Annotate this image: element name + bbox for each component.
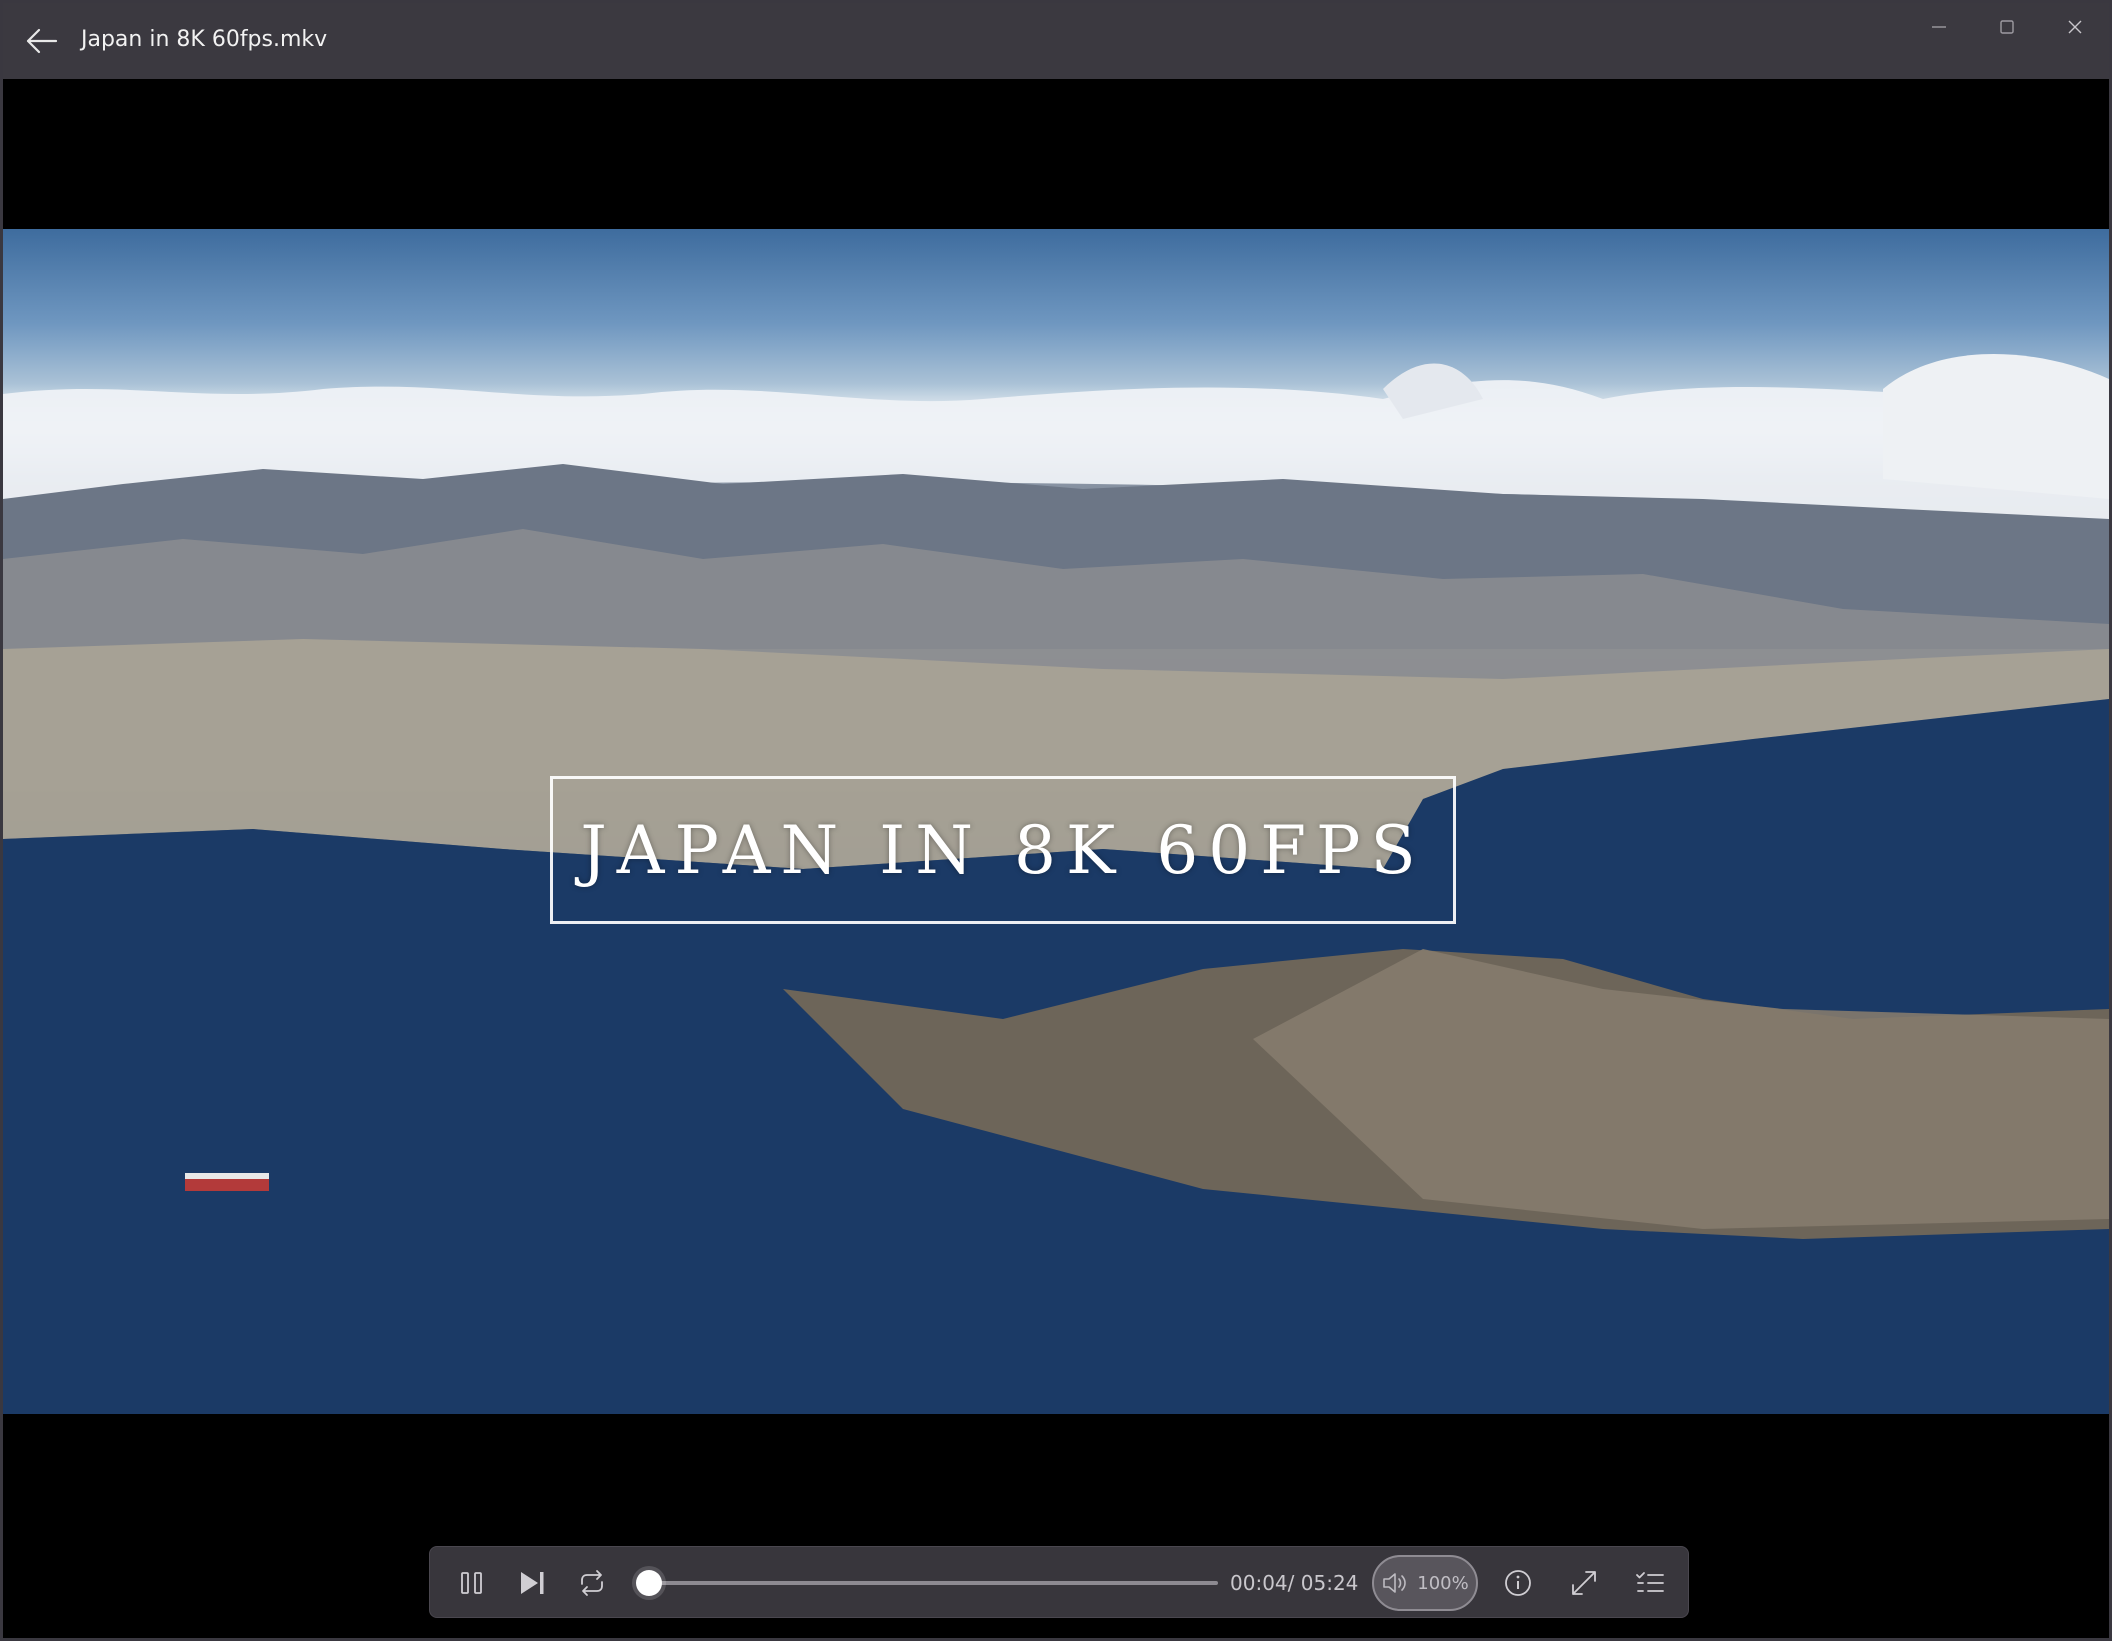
arrow-left-icon: [26, 28, 58, 54]
info-button[interactable]: [1490, 1547, 1546, 1619]
window-title: Japan in 8K 60fps.mkv: [81, 27, 328, 52]
minimize-button[interactable]: [1905, 3, 1973, 51]
video-frame[interactable]: Japan in 8K 60fps: [3, 229, 2109, 1414]
seek-bar[interactable]: [635, 1570, 1218, 1596]
info-icon: [1505, 1570, 1531, 1596]
repeat-icon: [581, 1570, 603, 1596]
current-time: 00:04: [1230, 1571, 1288, 1595]
back-button[interactable]: [19, 21, 65, 61]
volume-button[interactable]: 100%: [1372, 1555, 1478, 1611]
close-icon: [2068, 20, 2082, 34]
total-time: 05:24: [1300, 1571, 1359, 1595]
playlist-icon: [1636, 1572, 1664, 1592]
volume-level: 100%: [1417, 1572, 1469, 1594]
minimize-icon: [1932, 26, 1946, 28]
maximize-button[interactable]: [1973, 3, 2041, 51]
video-area[interactable]: Japan in 8K 60fps: [3, 79, 2109, 1638]
pause-icon: [461, 1572, 482, 1594]
close-button[interactable]: [2041, 3, 2109, 51]
fullscreen-button[interactable]: [1556, 1547, 1612, 1619]
speaker-icon: [1383, 1573, 1407, 1593]
next-button[interactable]: [504, 1547, 560, 1619]
seek-thumb[interactable]: [635, 1570, 662, 1596]
fullscreen-icon: [1572, 1571, 1596, 1595]
pause-button[interactable]: [444, 1547, 500, 1619]
time-display: 00:04/ 05:24: [1230, 1571, 1358, 1595]
title-bar: Japan in 8K 60fps.mkv: [3, 3, 2109, 79]
repeat-button[interactable]: [564, 1547, 620, 1619]
maximize-icon: [2000, 20, 2014, 34]
playlist-button[interactable]: [1622, 1547, 1678, 1619]
time-separator: /: [1287, 1571, 1301, 1595]
media-player-window: Japan in 8K 60fps.mkv JAPAN IN 8K 60FPS …: [0, 0, 2112, 1641]
skip-next-icon: [521, 1572, 544, 1594]
video-title-overlay: Japan in 8K 60fps: [550, 776, 1456, 924]
video-title-text: Japan in 8K 60fps: [580, 811, 1426, 889]
playback-controls: 00:04/ 05:24 100%: [429, 1546, 1689, 1618]
